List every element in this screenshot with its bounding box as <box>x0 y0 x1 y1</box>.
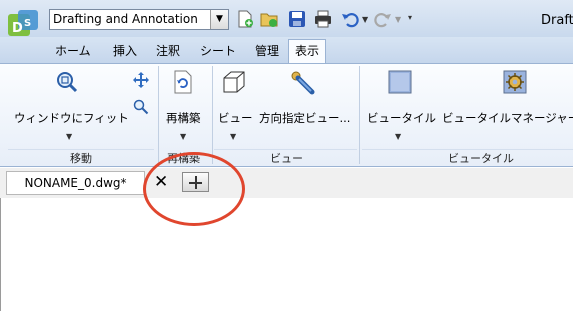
customize-qat-icon[interactable]: ▾ <box>408 13 412 22</box>
ribbon-tabs: ホーム 挿入 注釈 シート 管理 表示 <box>0 37 573 63</box>
chevron-down-icon[interactable]: ▼ <box>210 10 228 29</box>
group-label-viewtile: ビュータイル <box>448 152 514 165</box>
zoom-icon[interactable] <box>133 99 149 115</box>
view-dropdown-icon[interactable]: ▼ <box>230 132 236 141</box>
group-divider <box>212 66 213 164</box>
tab-annotate[interactable]: 注釈 <box>150 41 186 61</box>
view-cube-icon[interactable] <box>221 70 247 94</box>
zoom-fit-icon[interactable] <box>56 71 78 93</box>
tab-sheet[interactable]: シート <box>194 41 242 61</box>
tab-insert[interactable]: 挿入 <box>107 41 143 61</box>
tab-home[interactable]: ホーム <box>49 41 97 61</box>
viewtile-icon[interactable] <box>388 70 412 94</box>
viewtile-manager-label[interactable]: ビュータイルマネージャー <box>442 110 573 126</box>
open-folder-icon[interactable] <box>260 10 278 28</box>
view-label[interactable]: ビュー <box>218 110 253 126</box>
pan-icon[interactable] <box>133 72 149 88</box>
rebuild-icon[interactable] <box>172 70 194 94</box>
group-divider <box>359 66 360 164</box>
save-icon[interactable] <box>288 10 306 28</box>
annotation-circle <box>143 152 245 226</box>
document-tab-bar: NONAME_0.dwg* <box>0 168 573 198</box>
svg-text:D: D <box>12 21 23 36</box>
rebuild-label[interactable]: 再構築 <box>166 110 201 126</box>
viewtile-label[interactable]: ビュータイル <box>367 110 436 126</box>
workspace-select-value: Drafting and Annotation <box>53 12 198 26</box>
redo-dropdown-arrow-icon[interactable]: ▼ <box>395 15 401 24</box>
window-title: Draft <box>541 13 573 28</box>
redo-icon[interactable] <box>374 10 392 28</box>
group-label-view: ビュー <box>270 152 303 165</box>
fit-window-label[interactable]: ウィンドウにフィット <box>14 110 129 126</box>
group-label-navigate: 移動 <box>70 152 92 165</box>
viewtile-manager-icon[interactable] <box>503 70 527 94</box>
tab-manage[interactable]: 管理 <box>249 41 285 61</box>
document-tab[interactable]: NONAME_0.dwg* <box>6 171 145 195</box>
drawing-canvas[interactable] <box>0 198 573 311</box>
undo-icon[interactable] <box>341 10 359 28</box>
rebuild-dropdown-icon[interactable]: ▼ <box>180 132 186 141</box>
print-icon[interactable] <box>314 10 332 28</box>
app-logo-icon[interactable]: D S <box>6 8 42 38</box>
fit-window-dropdown-icon[interactable]: ▼ <box>66 132 72 141</box>
undo-dropdown-arrow-icon[interactable]: ▼ <box>362 15 368 24</box>
title-bar: D S Drafting and Annotation ▼ ▼ ▼ ▾ Draf… <box>0 0 573 37</box>
new-file-icon[interactable] <box>236 10 254 28</box>
svg-text:S: S <box>24 18 31 29</box>
group-divider <box>158 66 159 164</box>
directional-view-label[interactable]: 方向指定ビュー... <box>259 110 350 126</box>
tab-view[interactable]: 表示 <box>288 39 327 63</box>
directional-view-icon[interactable] <box>290 70 316 96</box>
viewtile-dropdown-icon[interactable]: ▼ <box>395 132 401 141</box>
workspace-select[interactable]: Drafting and Annotation ▼ <box>49 9 229 30</box>
